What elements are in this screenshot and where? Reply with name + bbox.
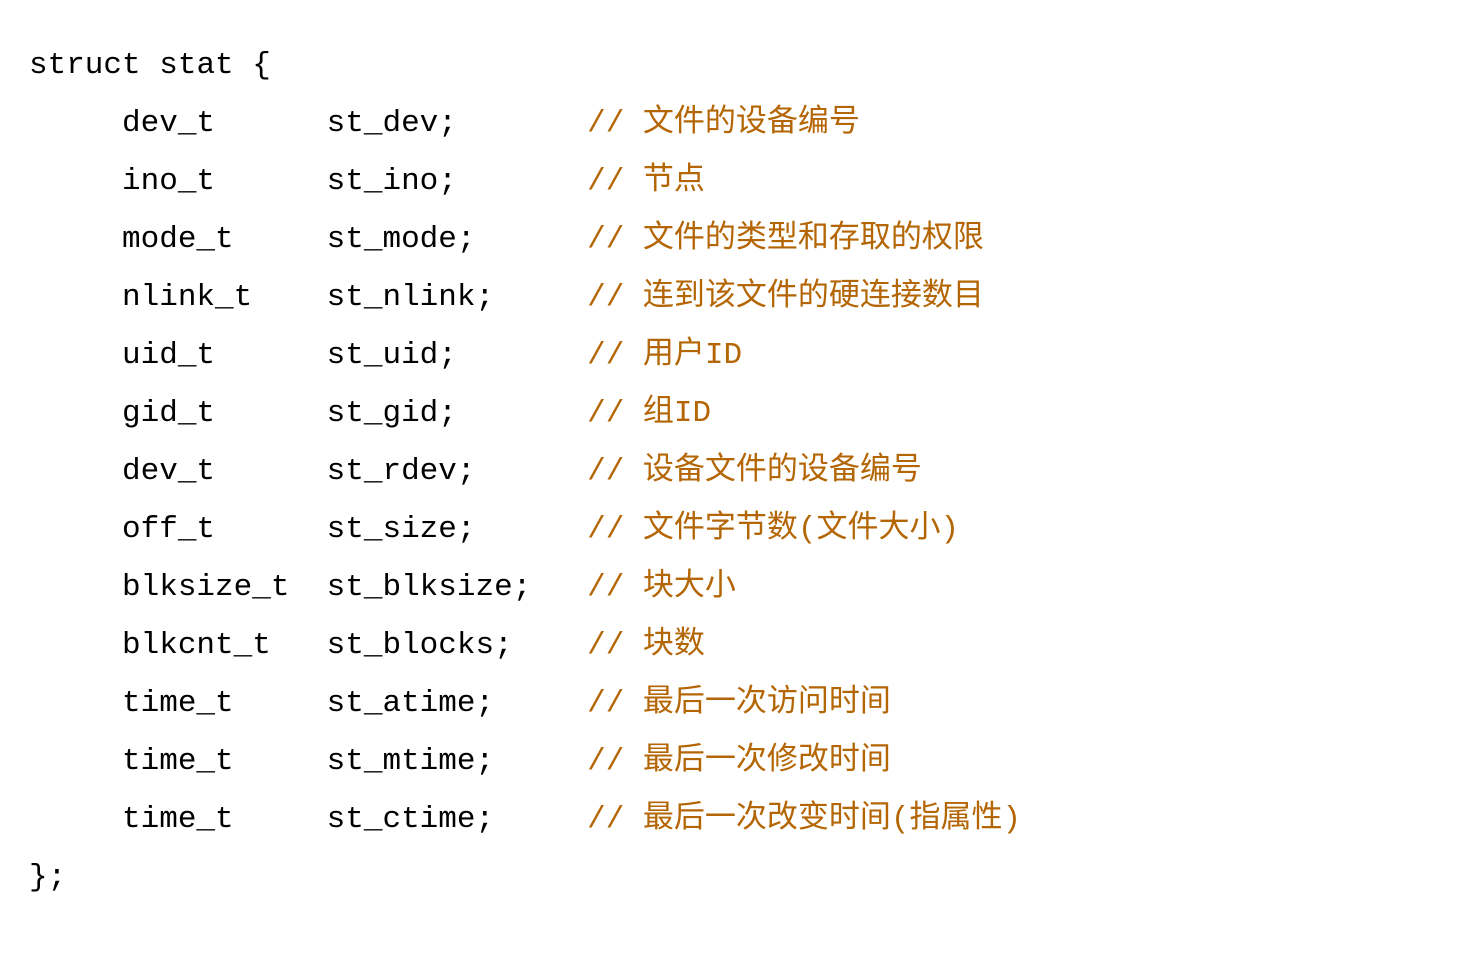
member-name: st_blocks;: [327, 628, 513, 663]
member-line: gid_t st_gid; // 组ID: [29, 385, 1473, 443]
member-type: time_t: [122, 744, 234, 779]
member-line: blksize_t st_blksize; // 块大小: [29, 559, 1473, 617]
member-name: st_blksize;: [327, 570, 532, 605]
member-comment: // 文件字节数(文件大小): [587, 512, 959, 547]
member-type: uid_t: [122, 338, 215, 373]
struct-name: stat: [159, 48, 252, 83]
member-type: gid_t: [122, 396, 215, 431]
member-comment: // 最后一次修改时间: [587, 744, 891, 779]
member-comment: // 最后一次访问时间: [587, 686, 891, 721]
member-type: nlink_t: [122, 280, 252, 315]
member-line: dev_t st_rdev; // 设备文件的设备编号: [29, 443, 1473, 501]
member-line: dev_t st_dev; // 文件的设备编号: [29, 95, 1473, 153]
member-line: ino_t st_ino; // 节点: [29, 153, 1473, 211]
member-line: mode_t st_mode; // 文件的类型和存取的权限: [29, 211, 1473, 269]
member-comment: // 组ID: [587, 396, 711, 431]
struct-close-line: };: [29, 849, 1473, 907]
member-comment: // 节点: [587, 164, 705, 199]
member-type: time_t: [122, 686, 234, 721]
member-type: mode_t: [122, 222, 234, 257]
member-line: blkcnt_t st_blocks; // 块数: [29, 617, 1473, 675]
member-type: blkcnt_t: [122, 628, 271, 663]
open-brace: {: [252, 48, 271, 83]
member-name: st_atime;: [327, 686, 494, 721]
member-line: time_t st_atime; // 最后一次访问时间: [29, 675, 1473, 733]
member-type: time_t: [122, 802, 234, 837]
member-comment: // 用户ID: [587, 338, 742, 373]
code-block: struct stat { dev_t st_dev; // 文件的设备编号 i…: [0, 31, 1473, 907]
member-name: st_gid;: [327, 396, 457, 431]
member-comment: // 块数: [587, 628, 705, 663]
member-name: st_rdev;: [327, 454, 476, 489]
member-type: ino_t: [122, 164, 215, 199]
member-name: st_mtime;: [327, 744, 494, 779]
member-name: st_nlink;: [327, 280, 494, 315]
struct-open-line: struct stat {: [29, 37, 1473, 95]
member-comment: // 块大小: [587, 570, 736, 605]
member-name: st_uid;: [327, 338, 457, 373]
member-line: time_t st_mtime; // 最后一次修改时间: [29, 733, 1473, 791]
member-name: st_dev;: [327, 106, 457, 141]
member-comment: // 文件的类型和存取的权限: [587, 222, 984, 257]
member-comment: // 最后一次改变时间(指属性): [587, 802, 1021, 837]
member-comment: // 设备文件的设备编号: [587, 454, 922, 489]
member-name: st_size;: [327, 512, 476, 547]
member-type: off_t: [122, 512, 215, 547]
member-comment: // 连到该文件的硬连接数目: [587, 280, 984, 315]
member-type: blksize_t: [122, 570, 289, 605]
member-line: time_t st_ctime; // 最后一次改变时间(指属性): [29, 791, 1473, 849]
member-type: dev_t: [122, 454, 215, 489]
member-line: uid_t st_uid; // 用户ID: [29, 327, 1473, 385]
close-brace: };: [29, 860, 66, 895]
member-line: off_t st_size; // 文件字节数(文件大小): [29, 501, 1473, 559]
member-name: st_ctime;: [327, 802, 494, 837]
member-comment: // 文件的设备编号: [587, 106, 860, 141]
struct-keyword: struct: [29, 48, 159, 83]
member-name: st_mode;: [327, 222, 476, 257]
member-name: st_ino;: [327, 164, 457, 199]
member-line: nlink_t st_nlink; // 连到该文件的硬连接数目: [29, 269, 1473, 327]
member-type: dev_t: [122, 106, 215, 141]
